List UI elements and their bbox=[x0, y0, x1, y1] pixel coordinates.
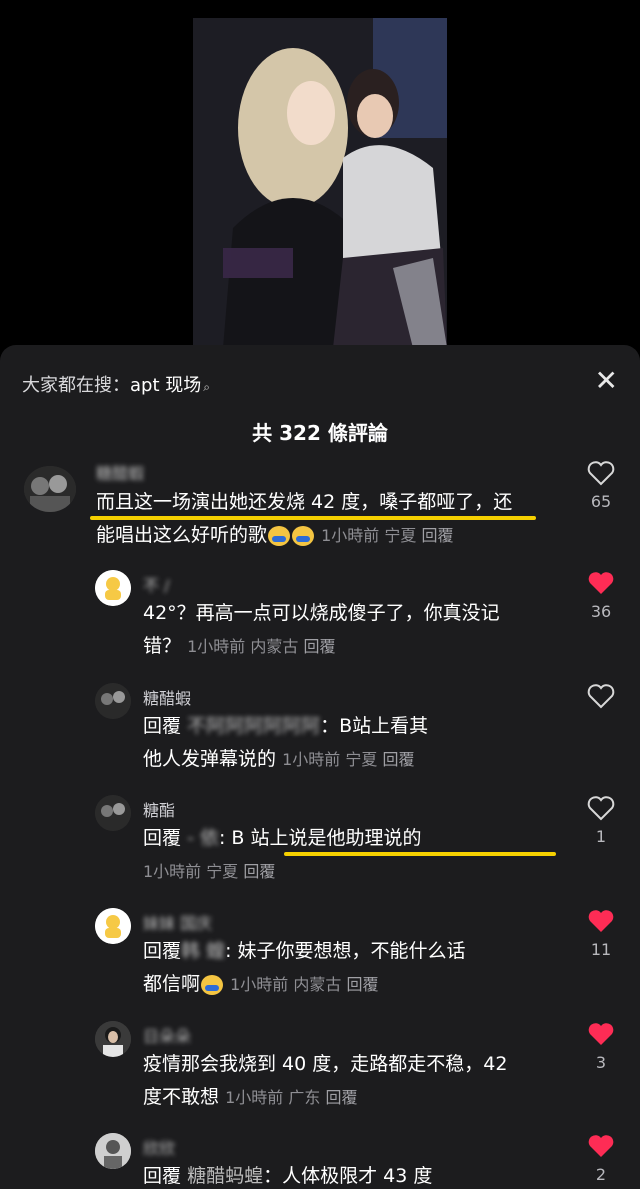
comment-text: 回覆韩 蝗: 妹子你要想想，不能什么话 都信啊 1小時前 内蒙古 回覆 bbox=[143, 940, 466, 995]
comment-text: 回覆 糖醋蚂蝗：人体极限才 43 度 bbox=[143, 1165, 433, 1187]
reply-link[interactable]: 回覆 bbox=[382, 750, 414, 769]
like-count: 11 bbox=[590, 940, 612, 959]
comment-text: 42°？再高一点可以烧成傻子了，你真没记 错？ 1小時前 内蒙古 回覆 bbox=[143, 602, 500, 657]
like-button[interactable]: 3 bbox=[581, 1021, 621, 1072]
avatar[interactable] bbox=[24, 466, 76, 512]
commenter-name[interactable]: 糖酯 bbox=[143, 797, 175, 821]
reply-item: 日朵朵 疫情那会我烧到 40 度，走路都走不稳，42 度不敢想 1小時前 广东 … bbox=[0, 1021, 640, 1121]
video-thumbnail[interactable] bbox=[193, 18, 447, 348]
heart-filled-icon bbox=[588, 910, 614, 932]
commenter-name[interactable]: 欣欣 bbox=[143, 1135, 175, 1159]
reply-link[interactable]: 回覆 bbox=[346, 975, 378, 994]
trending-search-term[interactable]: apt 现场 bbox=[130, 375, 201, 396]
highlight-underline bbox=[284, 852, 556, 856]
like-count: 2 bbox=[595, 1165, 607, 1184]
commenter-name[interactable]: 糖醋蝦 bbox=[143, 685, 191, 709]
avatar[interactable] bbox=[95, 1133, 131, 1169]
trending-search-label: 大家都在搜： bbox=[22, 375, 130, 396]
avatar[interactable] bbox=[95, 1021, 131, 1057]
like-count: 65 bbox=[590, 492, 612, 511]
comment-text: 疫情那会我烧到 40 度，走路都走不稳，42 度不敢想 1小時前 广东 回覆 bbox=[143, 1053, 508, 1108]
reply-item: 妹妹 国庆 回覆韩 蝗: 妹子你要想想，不能什么话 都信啊 1小時前 内蒙古 回… bbox=[0, 908, 640, 1008]
like-button[interactable]: 2 bbox=[581, 1133, 621, 1184]
comments-sheet: 大家都在搜：apt 现场 ⌕ ✕ 共 322 條評論 糖醋蝦 而且这一场演出她还发… bbox=[0, 345, 640, 1189]
reply-link[interactable]: 回覆 bbox=[243, 862, 275, 881]
like-count: 1 bbox=[595, 827, 607, 846]
like-button[interactable]: 11 bbox=[581, 908, 621, 959]
heart-outline-icon bbox=[587, 684, 615, 709]
comment-text: 回覆 不阿阿阿阿阿阿：B站上看其 他人发弹幕说的 1小時前 宁夏 回覆 bbox=[143, 715, 429, 770]
heart-outline-icon bbox=[587, 461, 615, 486]
commenter-name[interactable]: 不 / bbox=[143, 572, 169, 596]
avatar[interactable] bbox=[95, 908, 131, 944]
heart-outline-icon bbox=[587, 796, 615, 821]
trending-search[interactable]: 大家都在搜：apt 现场 ⌕ bbox=[22, 371, 210, 397]
reply-item: 糖酯 回覆 - 依: B 站上说是他助理说的 1小時前 宁夏 回覆 1 bbox=[0, 795, 640, 895]
reply-link[interactable]: 回覆 bbox=[421, 526, 453, 545]
reply-item: 欣欣 回覆 糖醋蚂蝗：人体极限才 43 度 2 bbox=[0, 1133, 640, 1189]
like-button[interactable] bbox=[581, 683, 621, 709]
reply-link[interactable]: 回覆 bbox=[325, 1088, 357, 1107]
like-count: 36 bbox=[590, 602, 612, 621]
commenter-name[interactable]: 妹妹 国庆 bbox=[143, 910, 212, 934]
heart-filled-icon bbox=[588, 572, 614, 594]
close-icon[interactable]: ✕ bbox=[595, 367, 618, 395]
comment-item: 糖醋蝦 而且这一场演出她还发烧 42 度，嗓子都哑了，还 能唱出这么好听的歌 1… bbox=[0, 460, 640, 560]
video-frame-image bbox=[193, 18, 447, 348]
avatar[interactable] bbox=[95, 683, 131, 719]
reply-link[interactable]: 回覆 bbox=[303, 637, 335, 656]
comment-count: 共 322 條評論 bbox=[252, 421, 388, 445]
crying-emoji-icon bbox=[292, 525, 315, 546]
heart-filled-icon bbox=[588, 1023, 614, 1045]
commenter-name[interactable]: 日朵朵 bbox=[143, 1023, 191, 1047]
like-count: 3 bbox=[595, 1053, 607, 1072]
reply-item: 糖醋蝦 回覆 不阿阿阿阿阿阿：B站上看其 他人发弹幕说的 1小時前 宁夏 回覆 bbox=[0, 683, 640, 783]
avatar[interactable] bbox=[95, 795, 131, 831]
avatar[interactable] bbox=[95, 570, 131, 606]
crying-emoji-icon bbox=[268, 525, 291, 546]
heart-filled-icon bbox=[588, 1135, 614, 1157]
like-button[interactable]: 1 bbox=[581, 795, 621, 846]
reply-item: 不 / 42°？再高一点可以烧成傻子了，你真没记 错？ 1小時前 内蒙古 回覆 … bbox=[0, 570, 640, 670]
highlight-underline bbox=[90, 516, 536, 520]
commenter-name[interactable]: 糖醋蝦 bbox=[96, 460, 144, 484]
like-button[interactable]: 36 bbox=[581, 570, 621, 621]
search-icon: ⌕ bbox=[203, 380, 210, 394]
crying-emoji-icon bbox=[201, 974, 224, 995]
like-button[interactable]: 65 bbox=[581, 460, 621, 511]
